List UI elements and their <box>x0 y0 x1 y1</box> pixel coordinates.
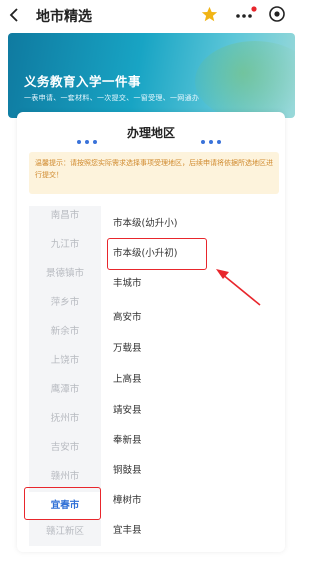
page-title: 地市精选 <box>36 9 92 25</box>
target-icon[interactable] <box>268 5 286 23</box>
highlight-box-city <box>24 487 101 520</box>
region-card: 办理地区 温馨提示：请按照您实际需求选择事项受理地区，后续申请将依据所选地区进行… <box>17 112 285 552</box>
city-item[interactable]: 吉安市 <box>29 438 101 458</box>
county-item[interactable]: 宜丰县 <box>113 523 142 539</box>
city-item[interactable]: 南昌市 <box>29 206 101 226</box>
county-item[interactable]: 高安市 <box>113 310 142 326</box>
county-item[interactable]: 市本级(幼升小) <box>113 216 177 232</box>
back-icon[interactable] <box>8 8 20 22</box>
city-item[interactable]: 景德镇市 <box>29 264 101 284</box>
banner-subtitle: 一表申请、一套材料、一次提交、一窗受理、一网通办 <box>24 94 200 102</box>
county-item[interactable]: 上高县 <box>113 372 142 388</box>
city-item[interactable]: 新余市 <box>29 322 101 342</box>
city-item[interactable]: 九江市 <box>29 235 101 255</box>
county-item[interactable]: 万载县 <box>113 341 142 357</box>
banner-decoration <box>195 41 295 118</box>
county-item[interactable]: 靖安县 <box>113 403 142 419</box>
city-item[interactable]: 赣江新区 <box>29 522 101 542</box>
highlight-box-county <box>107 238 207 270</box>
notice-banner: 温馨提示：请按照您实际需求选择事项受理地区，后续申请将依据所选地区进行提交！ <box>29 152 279 194</box>
dots-decoration-right <box>201 129 225 144</box>
city-item[interactable]: 鹰潭市 <box>29 380 101 400</box>
city-item[interactable]: 上饶市 <box>29 351 101 371</box>
county-item[interactable]: 丰城市 <box>113 276 142 292</box>
more-icon[interactable] <box>235 6 257 22</box>
county-item[interactable]: 樟树市 <box>113 493 142 509</box>
banner-title: 义务教育入学一件事 <box>24 74 142 89</box>
star-icon[interactable] <box>201 6 218 23</box>
card-title: 办理地区 <box>126 126 175 140</box>
city-item[interactable]: 抚州市 <box>29 409 101 429</box>
county-item[interactable]: 铜鼓县 <box>113 463 142 479</box>
county-item[interactable]: 奉新县 <box>113 433 142 449</box>
city-item[interactable]: 萍乡市 <box>29 293 101 313</box>
city-item[interactable]: 赣州市 <box>29 467 101 487</box>
top-bar: 地市精选 <box>0 0 302 30</box>
banner: 义务教育入学一件事 一表申请、一套材料、一次提交、一窗受理、一网通办 <box>8 33 295 118</box>
